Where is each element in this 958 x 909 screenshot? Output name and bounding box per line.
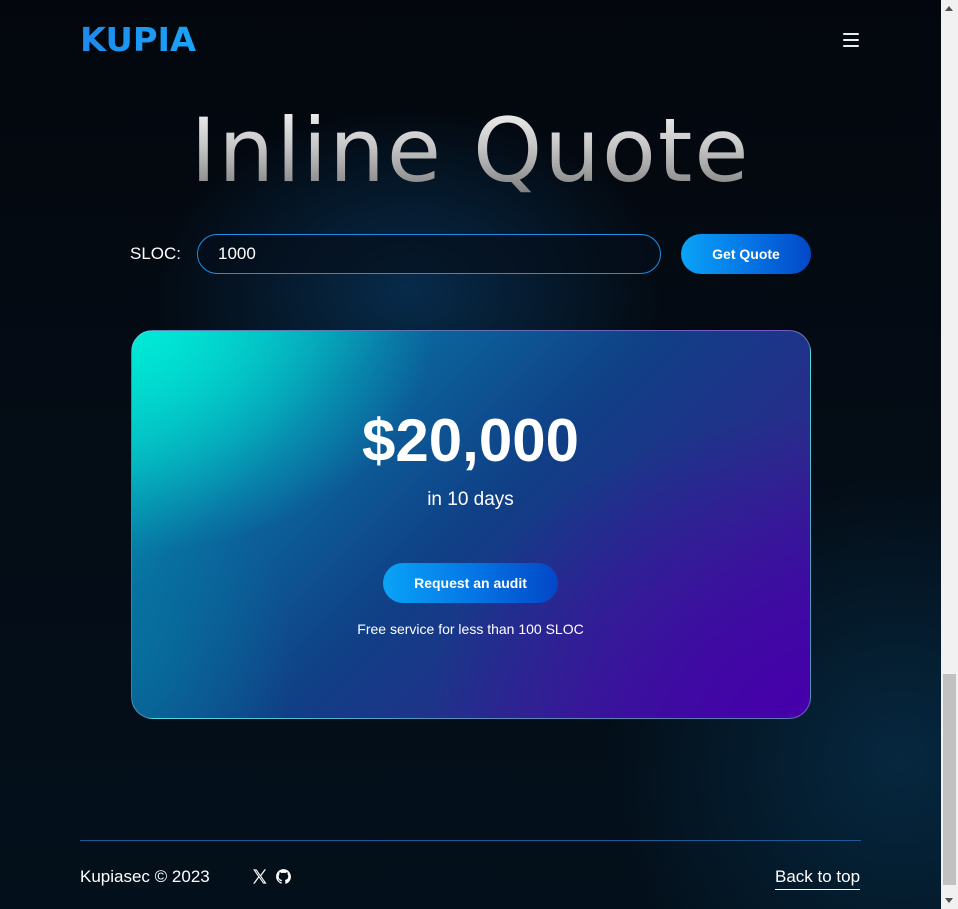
scroll-up-arrow-icon[interactable] [945, 6, 953, 11]
quote-price: $20,000 [362, 407, 579, 474]
footer-divider [80, 840, 861, 841]
get-quote-button[interactable]: Get Quote [681, 234, 811, 274]
page-title: Inline Quote [0, 96, 941, 206]
menu-line [843, 39, 859, 41]
back-to-top-link[interactable]: Back to top [775, 867, 861, 890]
menu-line [843, 45, 859, 47]
request-audit-button[interactable]: Request an audit [383, 563, 558, 603]
github-icon[interactable] [275, 868, 292, 885]
page: KUPIA Inline Quote SLOC: Get Quote $20,0… [0, 0, 941, 909]
x-icon[interactable] [251, 868, 268, 885]
scroll-down-arrow-icon[interactable] [945, 898, 953, 903]
kupia-logo[interactable]: KUPIA [80, 23, 211, 56]
sloc-label: SLOC: [130, 244, 182, 263]
vertical-scrollbar[interactable] [941, 0, 958, 909]
logo-text: KUPIA [80, 23, 211, 56]
hamburger-menu-icon[interactable] [839, 30, 863, 50]
quote-duration: in 10 days [427, 489, 514, 510]
quote-result-card [131, 330, 811, 719]
copyright-text: Kupiasec © 2023 [80, 867, 210, 886]
scrollbar-thumb[interactable] [943, 674, 956, 885]
menu-line [843, 33, 859, 35]
free-service-note: Free service for less than 100 SLOC [357, 621, 584, 637]
sloc-input[interactable] [197, 234, 661, 274]
